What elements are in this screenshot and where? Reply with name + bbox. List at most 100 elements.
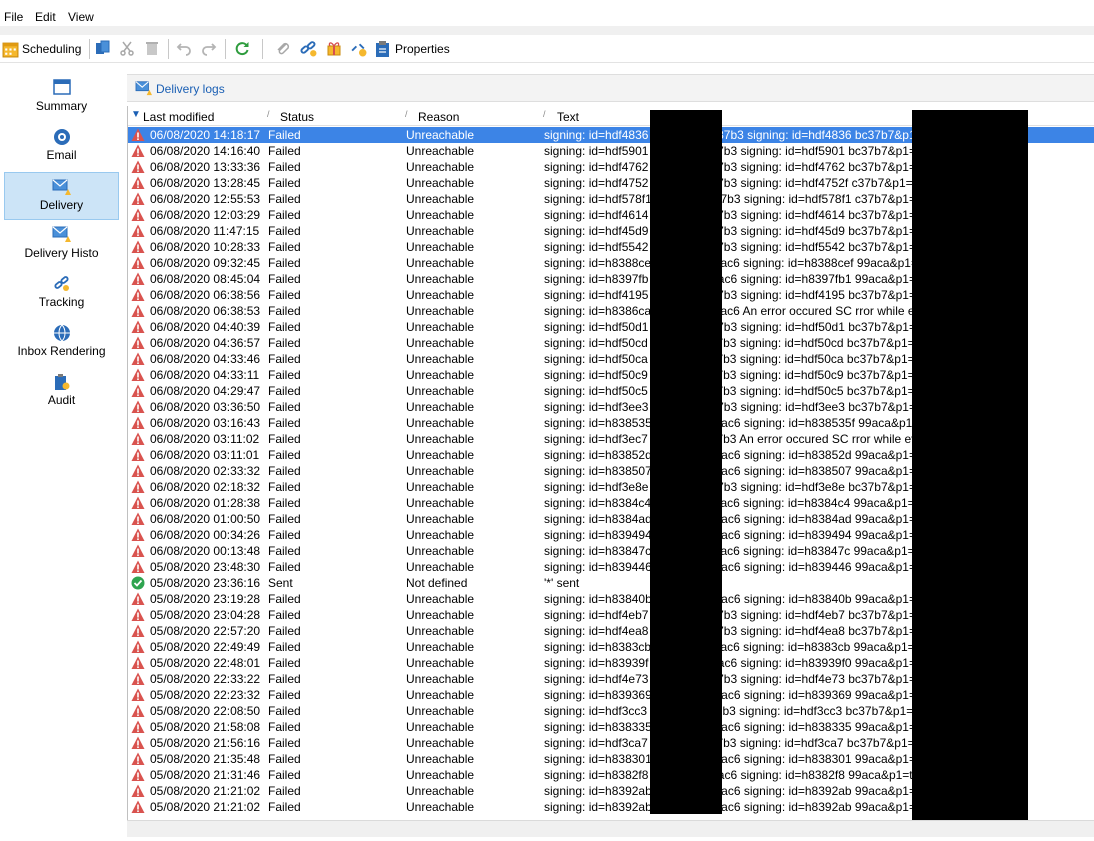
cell-status: Failed <box>268 160 301 174</box>
link-icon[interactable] <box>300 40 317 57</box>
scheduling-label: Scheduling <box>22 42 82 56</box>
nav-audit[interactable]: Audit <box>4 369 119 417</box>
delete-icon[interactable] <box>144 40 160 56</box>
error-warning-icon <box>131 624 145 637</box>
error-warning-icon <box>131 160 145 173</box>
cell-status: Failed <box>268 128 301 142</box>
cell-last-modified: 05/08/2020 21:35:48 <box>150 752 261 766</box>
cut-icon[interactable] <box>119 40 135 56</box>
menu-edit[interactable]: Edit <box>35 10 56 24</box>
cell-last-modified: 05/08/2020 21:21:02 <box>150 800 261 814</box>
cell-reason: Unreachable <box>406 352 475 366</box>
cell-reason: Unreachable <box>406 288 475 302</box>
cell-status: Failed <box>268 432 301 446</box>
cell-reason: Unreachable <box>406 544 475 558</box>
cell-last-modified: 05/08/2020 23:36:16 <box>150 576 261 590</box>
cell-status: Failed <box>268 416 301 430</box>
error-warning-icon <box>131 544 145 557</box>
properties-button[interactable]: Properties <box>375 38 450 60</box>
tracking-icon <box>53 276 69 291</box>
scheduling-button[interactable]: Scheduling <box>2 38 81 60</box>
column-resize-handle[interactable]: / <box>405 109 408 119</box>
cell-status: Failed <box>268 720 301 734</box>
cell-status: Failed <box>268 544 301 558</box>
error-warning-icon <box>131 688 145 701</box>
cell-reason: Unreachable <box>406 160 475 174</box>
nav-inbox-rendering[interactable]: Inbox Rendering <box>4 320 119 368</box>
cell-status: Failed <box>268 672 301 686</box>
error-warning-icon <box>131 752 145 765</box>
cell-last-modified: 06/08/2020 04:40:39 <box>150 320 261 334</box>
cell-last-modified: 05/08/2020 22:33:22 <box>150 672 261 686</box>
cell-status: Failed <box>268 528 301 542</box>
cell-status: Failed <box>268 752 301 766</box>
copy-icon[interactable] <box>95 40 111 56</box>
cell-last-modified: 06/08/2020 06:38:53 <box>150 304 261 318</box>
gift-icon[interactable] <box>326 40 342 56</box>
column-reason[interactable]: Reason <box>418 110 459 124</box>
cell-status: Failed <box>268 448 301 462</box>
cell-status: Failed <box>268 336 301 350</box>
cell-status: Failed <box>268 640 301 654</box>
cell-last-modified: 06/08/2020 03:11:01 <box>150 448 260 462</box>
attachment-icon[interactable] <box>275 40 291 56</box>
cell-reason: Unreachable <box>406 240 475 254</box>
column-resize-handle[interactable]: / <box>543 109 546 119</box>
toolbar-separator <box>89 39 90 59</box>
cell-status: Failed <box>268 704 301 718</box>
toolbar: Scheduling Properties <box>0 35 1094 63</box>
error-warning-icon <box>131 512 145 525</box>
cell-status: Failed <box>268 496 301 510</box>
redaction-block <box>912 110 1028 820</box>
cell-last-modified: 06/08/2020 03:16:43 <box>150 416 261 430</box>
horizontal-scrollbar[interactable] <box>127 820 1094 837</box>
column-text[interactable]: Text <box>557 110 579 124</box>
properties-label: Properties <box>395 42 450 56</box>
cell-last-modified: 05/08/2020 22:49:49 <box>150 640 261 654</box>
error-warning-icon <box>131 608 145 621</box>
error-warning-icon <box>131 144 145 157</box>
error-warning-icon <box>131 784 145 797</box>
refresh-icon[interactable] <box>234 40 250 56</box>
error-warning-icon <box>131 448 145 461</box>
column-last-modified[interactable]: Last modified <box>143 110 214 124</box>
delivery-icon <box>52 179 71 195</box>
summary-icon <box>52 79 71 95</box>
cell-status: Failed <box>268 224 301 238</box>
cell-last-modified: 05/08/2020 23:04:28 <box>150 608 261 622</box>
cell-status: Failed <box>268 384 301 398</box>
nav-tracking-label: Tracking <box>38 295 85 309</box>
error-warning-icon <box>131 368 145 381</box>
cell-status: Failed <box>268 288 301 302</box>
email-icon <box>53 129 70 145</box>
nav-delivery-history[interactable]: Delivery Histo <box>4 222 119 270</box>
column-status[interactable]: Status <box>280 110 314 124</box>
menu-divider <box>0 26 1094 35</box>
nav-email[interactable]: Email <box>4 124 119 172</box>
error-warning-icon <box>131 480 145 493</box>
cell-reason: Unreachable <box>406 320 475 334</box>
error-warning-icon <box>131 768 145 781</box>
error-warning-icon <box>131 736 145 749</box>
error-warning-icon <box>131 320 145 333</box>
cell-reason: Unreachable <box>406 720 475 734</box>
menu-file[interactable]: File <box>4 10 23 24</box>
cell-reason: Unreachable <box>406 144 475 158</box>
nav-tracking[interactable]: Tracking <box>4 271 119 319</box>
undo-icon[interactable] <box>176 40 192 56</box>
cell-reason: Unreachable <box>406 768 475 782</box>
unlink-icon[interactable] <box>350 40 367 57</box>
cell-reason: Unreachable <box>406 496 475 510</box>
error-warning-icon <box>131 176 145 189</box>
cell-last-modified: 06/08/2020 04:29:47 <box>150 384 261 398</box>
cell-reason: Unreachable <box>406 464 475 478</box>
column-resize-handle[interactable]: / <box>267 109 270 119</box>
cell-reason: Unreachable <box>406 432 475 446</box>
nav-summary[interactable]: Summary <box>4 75 119 123</box>
redo-icon[interactable] <box>201 40 217 56</box>
cell-reason: Unreachable <box>406 560 475 574</box>
cell-last-modified: 06/08/2020 11:47:15 <box>150 224 260 238</box>
menu-view[interactable]: View <box>68 10 94 24</box>
error-warning-icon <box>131 192 145 205</box>
nav-delivery[interactable]: Delivery <box>4 172 119 220</box>
